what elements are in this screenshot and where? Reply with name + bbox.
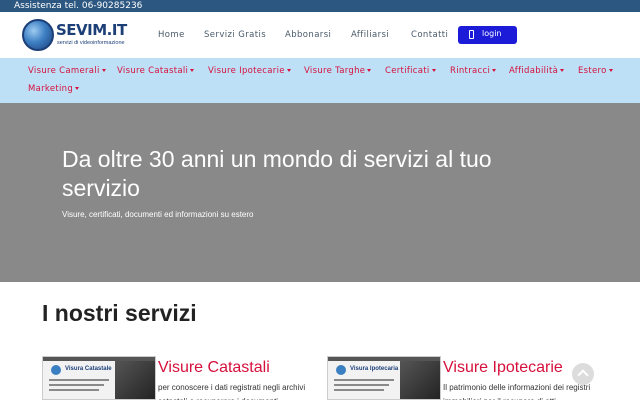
image-brand: Visura Ipotecaria — [350, 366, 399, 372]
logo-name: SEVIM.IT — [56, 21, 127, 39]
image-keyboard — [400, 361, 440, 399]
category-bar: Visure Camerali Visure Catastali Visure … — [0, 58, 640, 103]
support-phone: Assistenza tel. 06-90285236 — [14, 1, 143, 11]
caret-down-icon — [367, 69, 372, 72]
service-text-visure-ipotecarie: Il patrimonio delle informazioni dei reg… — [443, 383, 591, 400]
category-rintracci[interactable]: Rintracci — [450, 66, 497, 76]
category-visure-catastali[interactable]: Visure Catastali — [117, 66, 195, 76]
image-keyboard — [115, 361, 155, 399]
top-bar: Assistenza tel. 06-90285236 — [0, 0, 640, 12]
caret-down-icon — [492, 69, 497, 72]
category-certificati[interactable]: Certificati — [385, 66, 436, 76]
image-text-line — [334, 379, 394, 381]
hero-title: Da oltre 30 anni un mondo di servizi al … — [62, 146, 492, 201]
category-visure-targhe[interactable]: Visure Targhe — [304, 66, 372, 76]
nav-home[interactable]: Home — [158, 30, 185, 40]
logo-tagline: servizi di videoinformazione — [57, 40, 125, 46]
caret-down-icon — [431, 69, 436, 72]
service-image-visure-catastali[interactable]: Visura Catastale — [42, 356, 156, 400]
globe-icon — [22, 19, 54, 51]
category-visure-camerali[interactable]: Visure Camerali — [28, 66, 106, 76]
caret-down-icon — [190, 69, 195, 72]
service-title-visure-catastali[interactable]: Visure Catastali — [158, 359, 270, 377]
header: SEVIM.IT servizi di videoinformazione Ho… — [0, 12, 640, 58]
mobile-icon — [469, 30, 474, 39]
category-affidabilita[interactable]: Affidabilità — [509, 66, 565, 76]
image-text-line — [334, 384, 389, 386]
service-text-visure-catastali: per conoscere i dati registrati negli ar… — [158, 383, 306, 400]
arrow-up-icon — [577, 369, 589, 381]
image-text-line — [49, 389, 99, 391]
image-text-line — [49, 379, 109, 381]
image-brand: Visura Catastale — [65, 366, 112, 372]
service-image-visure-ipotecarie[interactable]: Visura Ipotecaria — [327, 356, 441, 400]
caret-down-icon — [560, 69, 565, 72]
scroll-to-top-button[interactable] — [572, 363, 594, 385]
seal-icon — [336, 365, 346, 375]
site-logo[interactable]: SEVIM.IT servizi di videoinformazione — [22, 19, 127, 53]
seal-icon — [51, 365, 61, 375]
caret-down-icon — [286, 69, 291, 72]
nav-servizi-gratis[interactable]: Servizi Gratis — [204, 30, 266, 40]
login-label: login — [482, 29, 502, 38]
caret-down-icon — [608, 69, 613, 72]
nav-contatti[interactable]: Contatti — [411, 30, 448, 40]
nav-affiliarsi[interactable]: Affiliarsi — [351, 30, 389, 40]
caret-down-icon — [75, 87, 80, 90]
login-button[interactable]: login — [458, 26, 517, 44]
hero-subtitle: Visure, certificati, documenti ed inform… — [62, 210, 254, 219]
service-title-visure-ipotecarie[interactable]: Visure Ipotecarie — [443, 359, 563, 377]
category-marketing[interactable]: Marketing — [28, 84, 80, 94]
category-estero[interactable]: Estero — [578, 66, 613, 76]
hero-banner: Da oltre 30 anni un mondo di servizi al … — [0, 103, 640, 282]
nav-abbonarsi[interactable]: Abbonarsi — [285, 30, 331, 40]
caret-down-icon — [101, 69, 106, 72]
category-visure-ipotecarie[interactable]: Visure Ipotecarie — [208, 66, 291, 76]
services-title: I nostri servizi — [42, 300, 197, 326]
image-text-line — [334, 389, 384, 391]
image-text-line — [49, 384, 104, 386]
